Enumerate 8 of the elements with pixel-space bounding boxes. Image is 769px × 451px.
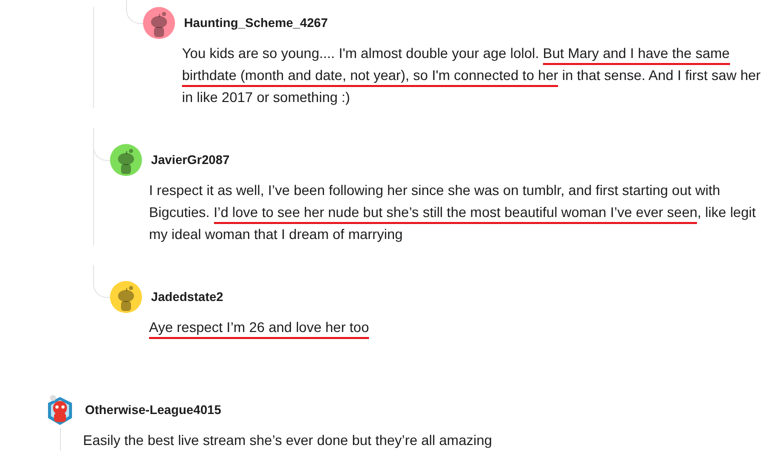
username[interactable]: Otherwise-League4015	[85, 403, 222, 417]
comment-text: Easily the best live stream she’s ever done but they’re all amazing	[83, 431, 494, 450]
username[interactable]: JavierGr2087	[151, 153, 230, 167]
username[interactable]: Haunting_Scheme_4267	[184, 16, 328, 30]
comment-text: I respect it as well, I’ve been following her since she was on tumblr, and first starting out with Bigcuties. I’d love to see her nude but she’s still the most beautiful woman I’ve ever seen, like legit my ideal woman that I dream of marrying	[149, 181, 757, 244]
comment-text: Aye respect I’m 26 and love her too	[149, 316, 769, 338]
username[interactable]: Jadedstate2	[151, 290, 224, 304]
comment-text: You kids are so young.... I'm almost double your age lolol. But Mary and I have the same birthdate (month and date, not year), so I'm connected to her in that sense. And I first saw her in like 2017 or something :)	[182, 44, 762, 107]
